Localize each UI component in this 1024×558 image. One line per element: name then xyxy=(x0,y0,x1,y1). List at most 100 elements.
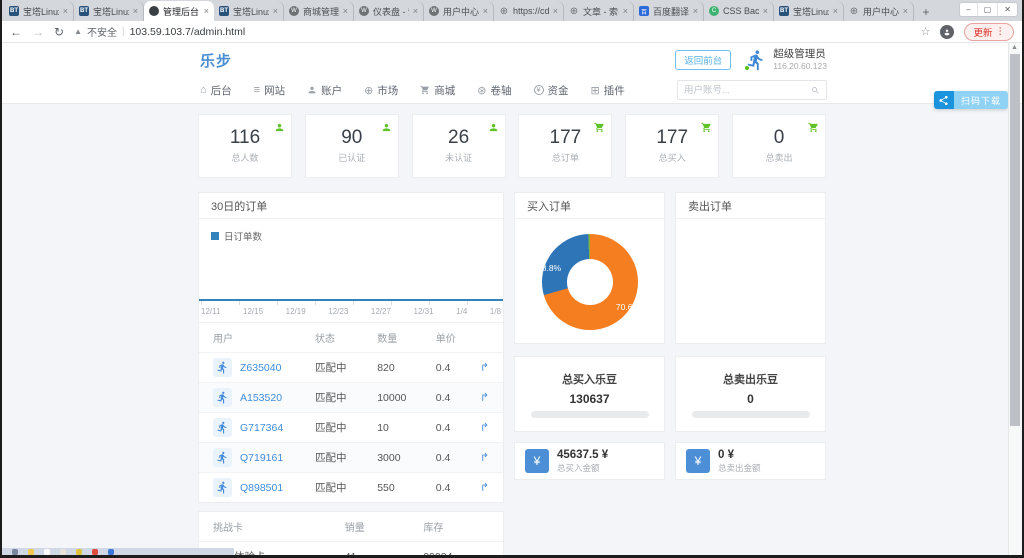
scrollbar-thumb[interactable] xyxy=(1010,54,1020,426)
browser-tab[interactable]: C CSS Backgr × xyxy=(704,1,774,21)
browser-tab[interactable]: ⊕ 用户中心 - 1 × xyxy=(844,1,914,21)
user-id-link[interactable]: Q898501 xyxy=(240,482,283,494)
table-row[interactable]: Q898501 匹配中 550 0.4 ↱ xyxy=(199,472,503,502)
tab-close-icon[interactable]: × xyxy=(63,6,68,16)
browser-tab[interactable]: BT 宝塔Linux面 × xyxy=(4,1,74,21)
browser-tab[interactable]: W 用户中心-索 × xyxy=(424,1,494,21)
scrollbar-up-icon[interactable]: ▲ xyxy=(1009,43,1020,53)
stat-label: 未认证 xyxy=(445,152,473,163)
beans-buy-progress xyxy=(530,410,649,418)
tab-close-icon[interactable]: × xyxy=(133,6,138,16)
download-float-button[interactable]: 扫码下载 xyxy=(933,91,1008,109)
stat-value: 116 xyxy=(229,127,261,149)
browser-tab[interactable]: 百百度翻译-20 × xyxy=(634,1,704,21)
orders-30d-title: 30日的订单 xyxy=(199,193,503,219)
chart-legend[interactable]: 日订单数 xyxy=(199,227,503,243)
browser-tab[interactable]: BT 宝塔Linux面 × xyxy=(774,1,844,21)
close-button[interactable]: ✕ xyxy=(998,3,1017,16)
nav-item-backend[interactable]: ⌂ 后台 xyxy=(200,83,232,98)
nav-item-accounts[interactable]: 账户 xyxy=(307,83,342,98)
browser-tab-active[interactable]: 管理后台 × xyxy=(144,1,214,21)
browser-tab[interactable]: ⊕ https://cdn. × xyxy=(494,1,564,21)
bookmark-star-icon[interactable]: ☆ xyxy=(921,25,931,38)
col-header-status: 状态 xyxy=(311,322,374,353)
table-row[interactable]: G717364 匹配中 10 0.4 ↱ xyxy=(199,412,503,443)
table-row[interactable]: Q719161 匹配中 3000 0.4 ↱ xyxy=(199,442,503,473)
table-row[interactable]: A153520 匹配中 10000 0.4 ↱ xyxy=(199,382,503,413)
tab-close-icon[interactable]: × xyxy=(903,6,908,16)
person-icon xyxy=(274,120,285,131)
browser-tab[interactable]: BT 宝塔Linux面 × xyxy=(214,1,284,21)
user-search-box xyxy=(677,80,827,100)
nav-item-website[interactable]: ≡ 网站 xyxy=(254,83,285,98)
browser-tab[interactable]: BT 宝塔Linux面 × xyxy=(74,1,144,21)
security-warning-label[interactable]: 不安全 xyxy=(87,24,117,39)
minimize-button[interactable]: – xyxy=(960,3,978,16)
tab-close-icon[interactable]: × xyxy=(413,6,418,16)
browser-profile-icon[interactable] xyxy=(940,24,955,39)
jump-arrow-icon[interactable]: ↱ xyxy=(480,392,489,404)
nav-item-plugins[interactable]: ⊞ 插件 xyxy=(591,83,625,98)
tab-close-icon[interactable]: × xyxy=(483,6,488,16)
tab-label: 用户中心-索 xyxy=(443,6,479,17)
col-header-stock: 库存 xyxy=(423,523,444,534)
tab-close-icon[interactable]: × xyxy=(693,6,698,16)
challenge-cards-panel: 挑战卡 销量 库存 初级体验卡 41 99994 中级挑战卡 xyxy=(198,511,504,558)
page-scrollbar[interactable]: ▲ xyxy=(1008,43,1020,555)
runner-avatar-icon xyxy=(213,448,232,467)
nav-item-market[interactable]: ⊕ 市场 xyxy=(364,83,398,98)
tab-close-icon[interactable]: × xyxy=(553,6,558,16)
tab-favicon-bt: BT xyxy=(9,6,19,16)
user-search-input[interactable] xyxy=(684,84,807,96)
col-header-action xyxy=(475,322,503,353)
forward-icon[interactable]: → xyxy=(32,25,44,39)
admin-name: 超级管理员 xyxy=(773,48,826,61)
nav-item-mall[interactable]: 商城 xyxy=(420,83,455,98)
security-warning-icon: ▲ xyxy=(74,27,82,36)
user-id-link[interactable]: Z635040 xyxy=(240,362,281,374)
tab-label: 宝塔Linux面 xyxy=(793,6,829,17)
jump-arrow-icon[interactable]: ↱ xyxy=(480,482,489,494)
table-row[interactable]: Z635040 匹配中 820 0.4 ↱ xyxy=(199,352,503,383)
browser-tabstrip: BT 宝塔Linux面 × BT 宝塔Linux面 × 管理后台 × BT 宝塔Linux面… xyxy=(2,0,1022,21)
tab-favicon-globe: ⊕ xyxy=(849,5,859,17)
user-id-link[interactable]: G717364 xyxy=(240,422,283,434)
beans-buy-value: 130637 xyxy=(569,391,610,406)
tab-favicon-bt: BT xyxy=(219,6,229,16)
back-icon[interactable]: ← xyxy=(10,25,22,39)
col-header-user: 用户 xyxy=(199,322,311,353)
jump-arrow-icon[interactable]: ↱ xyxy=(480,422,489,434)
user-id-link[interactable]: A153520 xyxy=(240,392,282,404)
tab-close-icon[interactable]: × xyxy=(833,6,838,16)
browser-tab[interactable]: ⊕ 文章 - 索引 × xyxy=(564,1,634,21)
jump-arrow-icon[interactable]: ↱ xyxy=(480,362,489,374)
tab-close-icon[interactable]: × xyxy=(623,6,628,16)
tab-close-icon[interactable]: × xyxy=(204,6,209,16)
browser-update-button[interactable]: 更新 ⋮ xyxy=(964,22,1014,41)
nav-label: 账户 xyxy=(321,84,343,97)
tab-favicon-site xyxy=(149,6,159,16)
url-text[interactable]: 103.59.103.7/admin.html xyxy=(130,26,246,38)
nav-item-funds[interactable]: ¥ 资金 xyxy=(533,83,569,98)
tab-close-icon[interactable]: × xyxy=(343,6,348,16)
address-bar[interactable]: ▲ 不安全 | 103.59.103.7/admin.html xyxy=(74,24,911,40)
donut-ring[interactable] xyxy=(541,233,638,330)
reload-icon[interactable]: ↻ xyxy=(54,25,64,39)
buy-amount-label: 总买入金额 xyxy=(557,462,600,473)
site-logo[interactable]: 乐步 xyxy=(200,50,232,71)
admin-account[interactable]: 超级管理员 116.20.60.123 xyxy=(744,48,827,72)
screen: BT 宝塔Linux面 × BT 宝塔Linux面 × 管理后台 × BT 宝塔Linux面… xyxy=(0,0,1024,558)
user-id-link[interactable]: Q719161 xyxy=(240,452,283,464)
back-to-frontend-button[interactable]: 返回前台 xyxy=(675,50,732,70)
nav-item-scroll[interactable]: ⊛ 卷轴 xyxy=(477,83,511,98)
maximize-button[interactable]: ▢ xyxy=(978,3,999,16)
search-icon[interactable] xyxy=(811,86,820,95)
browser-tab[interactable]: W 商城管理 - 3 × xyxy=(284,1,354,21)
beans-sell-title: 总卖出乐豆 xyxy=(723,373,778,386)
tab-close-icon[interactable]: × xyxy=(273,6,278,16)
new-tab-button[interactable]: + xyxy=(917,3,935,21)
update-label: 更新 xyxy=(973,27,993,39)
jump-arrow-icon[interactable]: ↱ xyxy=(480,452,489,464)
browser-tab[interactable]: W 仪表盘 - 索 × xyxy=(354,1,424,21)
tab-close-icon[interactable]: × xyxy=(763,6,768,16)
